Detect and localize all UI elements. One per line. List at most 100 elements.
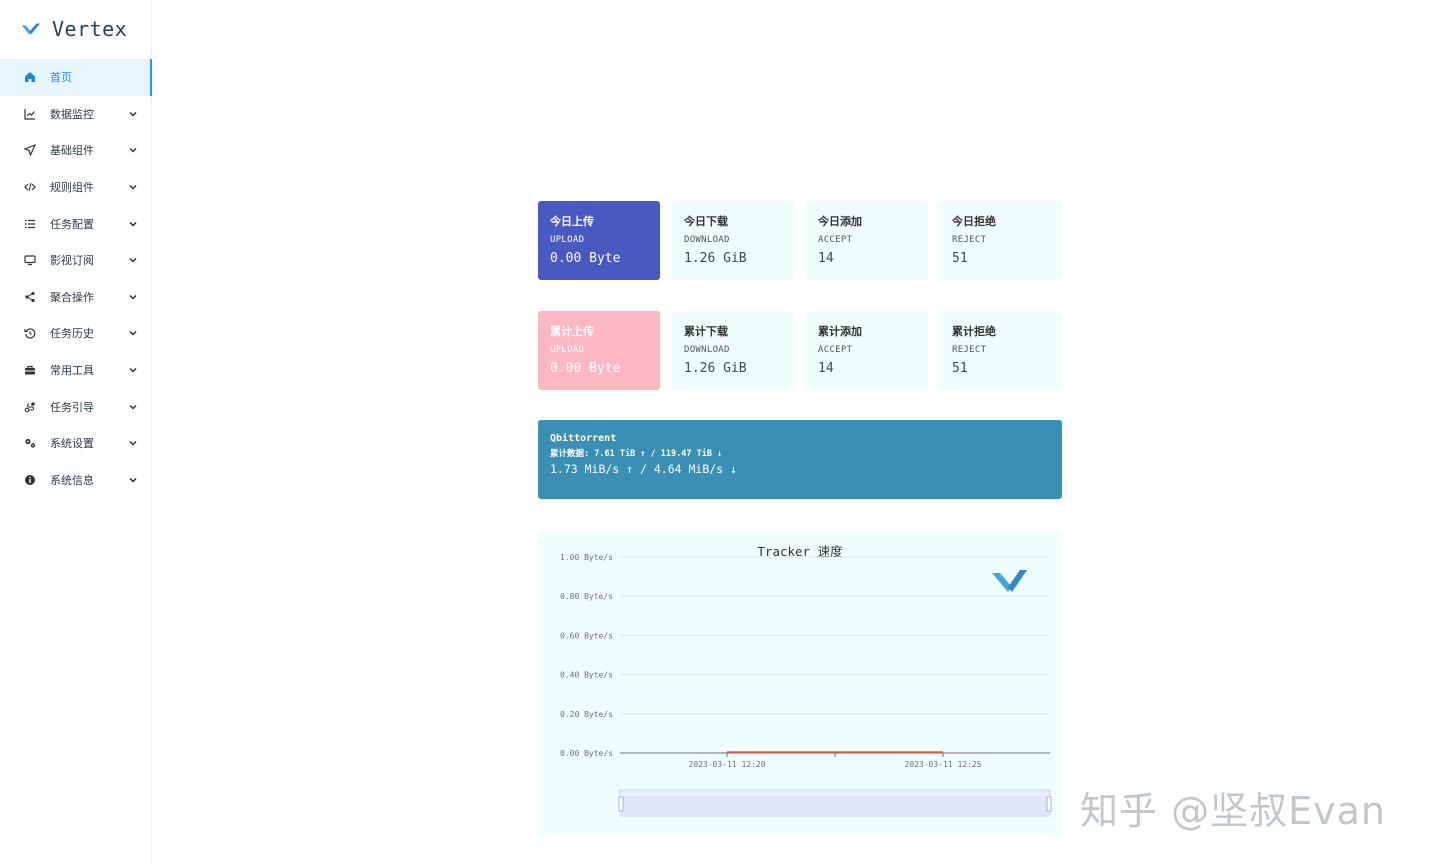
- code-icon: [23, 180, 37, 194]
- history-icon: [23, 326, 37, 340]
- sidebar-item-11[interactable]: 系统设置: [0, 425, 151, 462]
- sidebar: Vertex 首页数据监控基础组件规则组件任务配置影视订阅聚合操作任务历史常用工…: [0, 0, 152, 863]
- card-subtitle: UPLOAD: [550, 345, 585, 355]
- sidebar-item-1[interactable]: 首页: [0, 59, 152, 96]
- card-title: 累计添加: [818, 325, 862, 338]
- y-tick-label: 0.20 Byte/s: [560, 710, 613, 719]
- card-subtitle: REJECT: [952, 345, 987, 355]
- brand[interactable]: Vertex: [20, 14, 127, 44]
- sidebar-item-label: 任务历史: [50, 327, 94, 341]
- card-value: 51: [952, 361, 968, 376]
- brand-name: Vertex: [52, 17, 128, 41]
- zoom-handle-right[interactable]: [1046, 796, 1052, 812]
- total-card-download: 累计下载 DOWNLOAD 1.26 GiB: [672, 311, 794, 390]
- tracker-speed-chart: Tracker 速度1.00 Byte/s0.80 Byte/s0.60 Byt…: [560, 544, 1052, 817]
- toolbox-icon: [23, 363, 37, 377]
- vertex-logo-icon: [1008, 570, 1027, 592]
- y-tick-label: 0.80 Byte/s: [560, 592, 613, 601]
- card-title: 累计拒绝: [952, 325, 996, 338]
- sidebar-item-label: 常用工具: [50, 364, 94, 378]
- today-card-accept: 今日添加 ACCEPT 14: [806, 201, 928, 280]
- client-name: Qbittorrent: [550, 433, 617, 444]
- sidebar-item-6[interactable]: 影视订阅: [0, 242, 151, 279]
- tracker-chart-card: Tracker 速度 1.00 Byte/s 0.80 Byte/s 0.60 Byt…: [538, 530, 1062, 835]
- gears-icon: [23, 436, 37, 450]
- sidebar-item-2[interactable]: 数据监控: [0, 96, 151, 133]
- card-subtitle: UPLOAD: [550, 235, 585, 245]
- card-title: 累计下载: [684, 325, 728, 338]
- card-value: 51: [952, 251, 968, 266]
- chevron-down-icon: [128, 365, 138, 375]
- total-card-reject: 累计拒绝 REJECT 51: [940, 311, 1062, 390]
- vertex-logo-icon: [992, 573, 1012, 592]
- sidebar-item-label: 影视订阅: [50, 254, 94, 268]
- card-value: 14: [818, 361, 834, 376]
- chevron-down-icon: [128, 109, 138, 119]
- line-chart-icon: [23, 107, 37, 121]
- sidebar-item-3[interactable]: 基础组件: [0, 132, 151, 169]
- client-card[interactable]: Qbittorrent 累计数据: 7.61 TiB ↑ / 119.47 Ti…: [538, 420, 1062, 499]
- today-card-download: 今日下载 DOWNLOAD 1.26 GiB: [672, 201, 794, 280]
- card-subtitle: ACCEPT: [818, 345, 853, 355]
- x-tick-label: 2023-03-11 12:25: [904, 760, 981, 769]
- zoom-slider-range[interactable]: [620, 796, 1050, 816]
- card-subtitle: REJECT: [952, 235, 987, 245]
- sidebar-item-label: 数据监控: [50, 107, 94, 121]
- sidebar-item-label: 聚合操作: [50, 290, 94, 304]
- sidebar-item-label: 系统信息: [50, 473, 94, 487]
- y-tick-label: 0.40 Byte/s: [560, 671, 613, 680]
- info-icon: [23, 473, 37, 487]
- card-subtitle: ACCEPT: [818, 235, 853, 245]
- y-tick-label: 1.00 Byte/s: [560, 553, 613, 562]
- share-icon: [23, 290, 37, 304]
- card-value: 0.00 Byte: [550, 361, 621, 376]
- chevron-down-icon: [128, 292, 138, 302]
- y-tick-label: 0.60 Byte/s: [560, 631, 613, 640]
- chevron-down-icon: [128, 255, 138, 265]
- card-value: 14: [818, 251, 834, 266]
- sidebar-item-label: 首页: [50, 71, 72, 85]
- home-icon: [23, 70, 37, 84]
- chevron-down-icon: [128, 402, 138, 412]
- card-title: 今日拒绝: [952, 215, 996, 228]
- today-card-upload: 今日上传 UPLOAD 0.00 Byte: [538, 201, 660, 280]
- sidebar-item-10[interactable]: 任务引导: [0, 388, 151, 425]
- sidebar-item-4[interactable]: 规则组件: [0, 169, 151, 206]
- chevron-down-icon: [128, 328, 138, 338]
- chevron-down-icon: [128, 145, 138, 155]
- card-title: 今日下载: [684, 215, 728, 228]
- route-icon: [23, 400, 37, 414]
- total-card-accept: 累计添加 ACCEPT 14: [806, 311, 928, 390]
- send-icon: [23, 143, 37, 157]
- card-title: 今日添加: [818, 215, 862, 228]
- total-card-upload: 累计上传 UPLOAD 0.00 Byte: [538, 311, 660, 390]
- sidebar-item-5[interactable]: 任务配置: [0, 205, 151, 242]
- client-speed: 1.73 MiB/s ↑ / 4.64 MiB/s ↓: [550, 462, 737, 476]
- sidebar-item-7[interactable]: 聚合操作: [0, 279, 151, 316]
- card-subtitle: DOWNLOAD: [684, 345, 730, 355]
- card-value: 1.26 GiB: [684, 361, 747, 376]
- chevron-down-icon: [128, 219, 138, 229]
- card-title: 累计上传: [550, 325, 594, 338]
- today-card-reject: 今日拒绝 REJECT 51: [940, 201, 1062, 280]
- chevron-down-icon: [128, 182, 138, 192]
- card-title: 今日上传: [550, 215, 594, 228]
- sidebar-item-9[interactable]: 常用工具: [0, 352, 151, 389]
- zoom-handle-left[interactable]: [618, 796, 624, 812]
- card-value: 1.26 GiB: [684, 251, 747, 266]
- vertex-logo-icon: [21, 23, 41, 35]
- sidebar-item-label: 基础组件: [50, 144, 94, 158]
- x-tick-label: 2023-03-11 12:20: [688, 760, 765, 769]
- sidebar-item-label: 任务引导: [50, 400, 94, 414]
- card-subtitle: DOWNLOAD: [684, 235, 730, 245]
- sidebar-menu: 首页数据监控基础组件规则组件任务配置影视订阅聚合操作任务历史常用工具任务引导系统…: [0, 59, 152, 499]
- card-value: 0.00 Byte: [550, 251, 621, 266]
- chevron-down-icon: [128, 438, 138, 448]
- sidebar-item-8[interactable]: 任务历史: [0, 315, 151, 352]
- list-icon: [23, 217, 37, 231]
- client-total: 累计数据: 7.61 TiB ↑ / 119.47 TiB ↓: [550, 449, 723, 459]
- chevron-down-icon: [128, 475, 138, 485]
- sidebar-item-label: 任务配置: [50, 217, 94, 231]
- watermark: 知乎 @坚叔Evan: [1080, 789, 1386, 833]
- sidebar-item-12[interactable]: 系统信息: [0, 462, 151, 499]
